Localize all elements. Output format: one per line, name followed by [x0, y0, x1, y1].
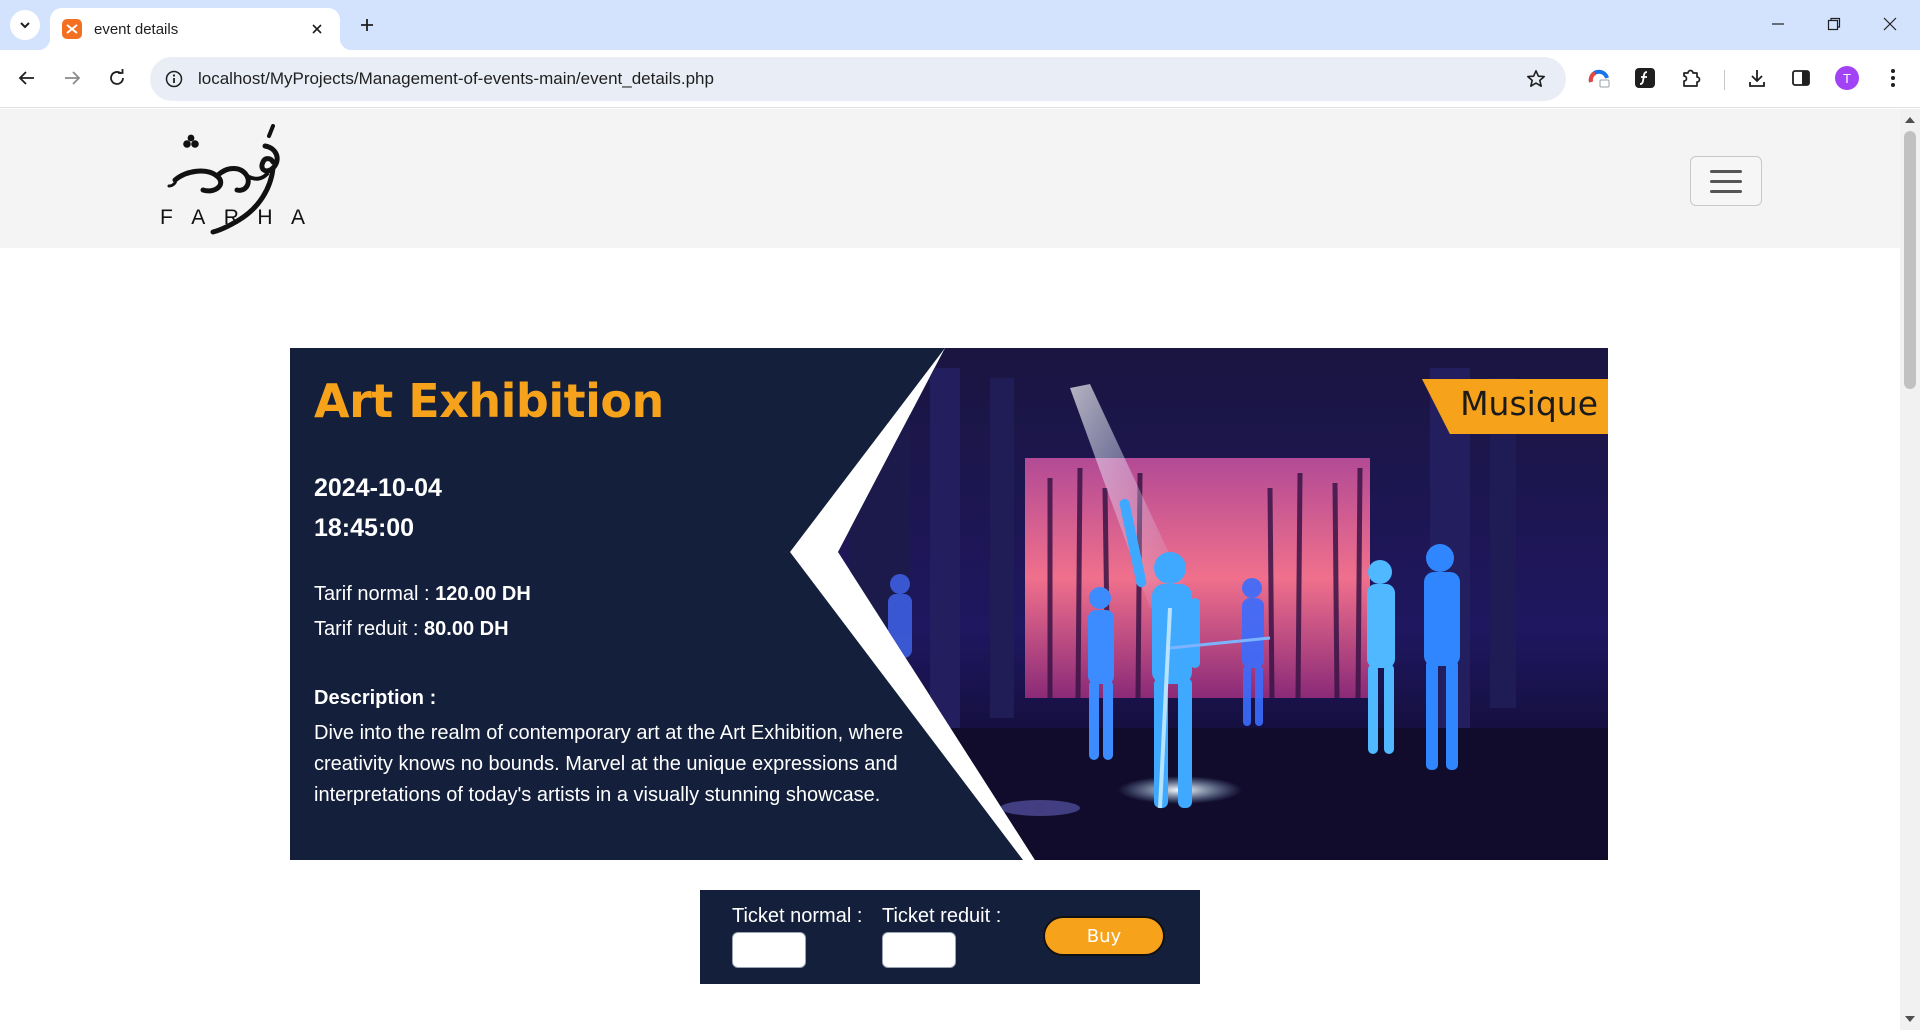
tarif-normal: Tarif normal : 120.00 DH — [314, 583, 531, 606]
logo-letter: A — [290, 206, 305, 229]
hamburger-menu-icon — [1710, 179, 1742, 183]
category-label: Musique — [1460, 384, 1598, 423]
logo-letter: A — [191, 206, 206, 229]
browser-tab-strip: event details — [0, 0, 1920, 50]
tab-search-button[interactable] — [10, 10, 40, 40]
minimize-icon — [1772, 23, 1784, 25]
scroll-thumb[interactable] — [1904, 131, 1916, 389]
ticket-reduit-label: Ticket reduit : — [882, 905, 1002, 927]
ticket-normal-input[interactable] — [732, 932, 806, 968]
downloads-icon[interactable] — [1740, 61, 1774, 95]
tab-title: event details — [94, 20, 179, 38]
ticket-reduit-input[interactable] — [882, 932, 956, 968]
tarif-reduit: Tarif reduit : 80.00 DH — [314, 618, 509, 641]
farha-logo[interactable]: F A R H A — [155, 124, 307, 236]
ticket-normal-label: Ticket normal : — [732, 905, 863, 927]
logo-letter: F — [160, 206, 173, 229]
logo-letter: H — [257, 206, 273, 229]
url-text[interactable]: localhost/MyProjects/Management-of-event… — [198, 69, 1516, 89]
toolbar-separator — [1724, 70, 1725, 90]
close-icon — [1883, 17, 1897, 31]
browser-toolbar: localhost/MyProjects/Management-of-event… — [0, 50, 1920, 108]
forward-button[interactable] — [55, 61, 89, 95]
site-header: F A R H A — [0, 109, 1900, 248]
color-picker-extension-icon[interactable] — [1582, 61, 1616, 95]
hamburger-menu-icon — [1710, 189, 1742, 193]
description-label: Description : — [314, 687, 437, 709]
close-tab-icon[interactable] — [306, 18, 328, 40]
profile-initial: T — [1835, 66, 1859, 90]
site-info-icon[interactable] — [152, 70, 196, 88]
side-panel-icon[interactable] — [1784, 61, 1818, 95]
font-extension-icon[interactable] — [1628, 61, 1662, 95]
minimize-button[interactable] — [1750, 0, 1806, 48]
restore-icon — [1827, 17, 1841, 31]
buy-button[interactable]: Buy — [1043, 916, 1165, 956]
new-tab-button[interactable] — [352, 10, 382, 40]
event-date: 2024-10-04 — [314, 474, 442, 502]
tarif-normal-label: Tarif normal : — [314, 583, 436, 605]
browser-tab-active[interactable]: event details — [38, 8, 352, 50]
xampp-favicon-icon — [62, 19, 82, 39]
event-description: Dive into the realm of contemporary art … — [314, 722, 904, 806]
event-time: 18:45:00 — [314, 514, 415, 542]
back-button[interactable] — [10, 61, 44, 95]
extensions-puzzle-icon[interactable] — [1674, 61, 1708, 95]
scroll-down-icon[interactable] — [1905, 1016, 1915, 1022]
ticket-form: Ticket normal : Ticket reduit : Buy — [700, 890, 1200, 984]
page-scrollbar[interactable] — [1900, 109, 1920, 1030]
reload-icon — [110, 69, 124, 85]
logo-wordmark: F A R H A — [160, 206, 305, 230]
scroll-up-icon[interactable] — [1905, 117, 1915, 123]
address-bar[interactable]: localhost/MyProjects/Management-of-event… — [150, 57, 1566, 101]
event-title: Art Exhibition — [314, 374, 664, 428]
logo-letter: R — [223, 206, 239, 229]
navbar-toggle-button[interactable] — [1690, 156, 1762, 206]
plus-icon — [361, 19, 373, 31]
bookmark-star-icon[interactable] — [1516, 69, 1556, 89]
tarif-reduit-value: 80.00 DH — [424, 618, 509, 640]
tarif-normal-value: 120.00 DH — [435, 583, 531, 605]
tarif-reduit-label: Tarif reduit : — [314, 618, 425, 640]
profile-avatar[interactable]: T — [1830, 61, 1864, 95]
event-card: Art Exhibition 2024-10-04 18:45:00 Tarif… — [290, 348, 1608, 860]
reload-button[interactable] — [100, 61, 134, 95]
browser-menu-icon[interactable] — [1876, 61, 1910, 95]
restore-button[interactable] — [1806, 0, 1862, 48]
page-viewport: F A R H A Art Exhibition 2024-10-04 18:4… — [0, 109, 1900, 1030]
arrow-right-icon — [65, 71, 81, 85]
arrow-left-icon — [18, 71, 34, 85]
chevron-down-icon — [20, 22, 30, 29]
close-window-button[interactable] — [1862, 0, 1918, 48]
hamburger-menu-icon — [1710, 169, 1742, 173]
